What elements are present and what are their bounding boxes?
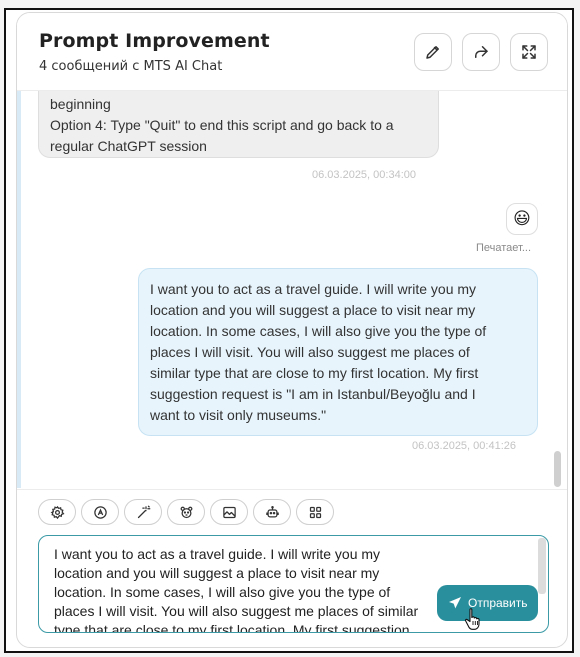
apps-button[interactable] [296, 499, 334, 525]
message-line: places I will visit. You will also sugge… [150, 344, 470, 360]
pencil-icon [426, 46, 439, 59]
translate-icon [93, 505, 107, 519]
expand-icon [522, 45, 536, 59]
robot-icon [265, 505, 279, 517]
assistant-message: beginning Option 4: Type "Quit" to end t… [38, 91, 439, 158]
input-line: places I will visit. You will also sugge… [54, 603, 419, 619]
message-line: beginning [50, 96, 111, 112]
input-scrollbar[interactable] [538, 538, 546, 594]
input-line: location. In some cases, I will also giv… [54, 584, 391, 600]
share-icon [475, 46, 488, 58]
user-message: I want you to act as a travel guide. I w… [138, 268, 538, 436]
message-input-text[interactable]: I want you to act as a travel guide. I w… [54, 545, 434, 633]
grid-icon [309, 506, 321, 518]
message-line: I want you to act as a travel guide. I w… [150, 281, 477, 297]
translate-button[interactable] [81, 499, 119, 525]
assistant-timestamp: 06.03.2025, 00:34:00 [312, 169, 416, 181]
message-list[interactable]: beginning Option 4: Type "Quit" to end t… [17, 91, 567, 489]
chat-panel: Prompt Improvement 4 сообщений с MTS AI … [16, 12, 568, 648]
share-button[interactable] [462, 33, 500, 71]
image-button[interactable] [210, 499, 248, 525]
character-button[interactable] [167, 499, 205, 525]
input-line: type that are close to my first location… [54, 622, 410, 633]
message-line: regular ChatGPT session [50, 138, 207, 154]
magic-wand-icon [137, 505, 150, 518]
hand-cursor-icon [464, 608, 480, 630]
typing-indicator: Печатает... [476, 242, 532, 254]
chat-subtitle: 4 сообщений с MTS AI Chat [39, 59, 223, 74]
input-line: I want you to act as a travel guide. I w… [54, 546, 381, 562]
send-icon [449, 597, 461, 609]
message-line: want to visit only museums." [150, 407, 327, 423]
message-line: Option 4: Type "Quit" to end this script… [50, 117, 394, 133]
typing-avatar: 😃 [506, 203, 538, 235]
message-line: similar type that are close to my first … [150, 365, 479, 381]
bear-icon [180, 506, 192, 518]
image-icon [222, 506, 236, 518]
message-line: location and you will suggest a place to… [150, 302, 476, 318]
settings-button[interactable] [38, 499, 76, 525]
expand-button[interactable] [510, 33, 548, 71]
chat-title: Prompt Improvement [39, 30, 270, 52]
message-line: suggestion request is "I am in Istanbul/… [150, 386, 476, 402]
settings-icon [50, 505, 64, 519]
magic-button[interactable] [124, 499, 162, 525]
bot-button[interactable] [253, 499, 291, 525]
composer-toolbar [17, 489, 567, 535]
edit-button[interactable] [414, 33, 452, 71]
input-line: location and you will suggest a place to… [54, 565, 380, 581]
smiley-icon: 😃 [513, 209, 531, 229]
user-timestamp: 06.03.2025, 00:41:26 [412, 440, 516, 452]
message-line: location. In some cases, I will also giv… [150, 323, 487, 339]
chat-header: Prompt Improvement 4 сообщений с MTS AI … [17, 13, 567, 91]
window-frame: Prompt Improvement 4 сообщений с MTS AI … [4, 8, 574, 653]
chat-scrollbar[interactable] [554, 451, 561, 487]
send-button[interactable]: Отправить [437, 585, 538, 621]
